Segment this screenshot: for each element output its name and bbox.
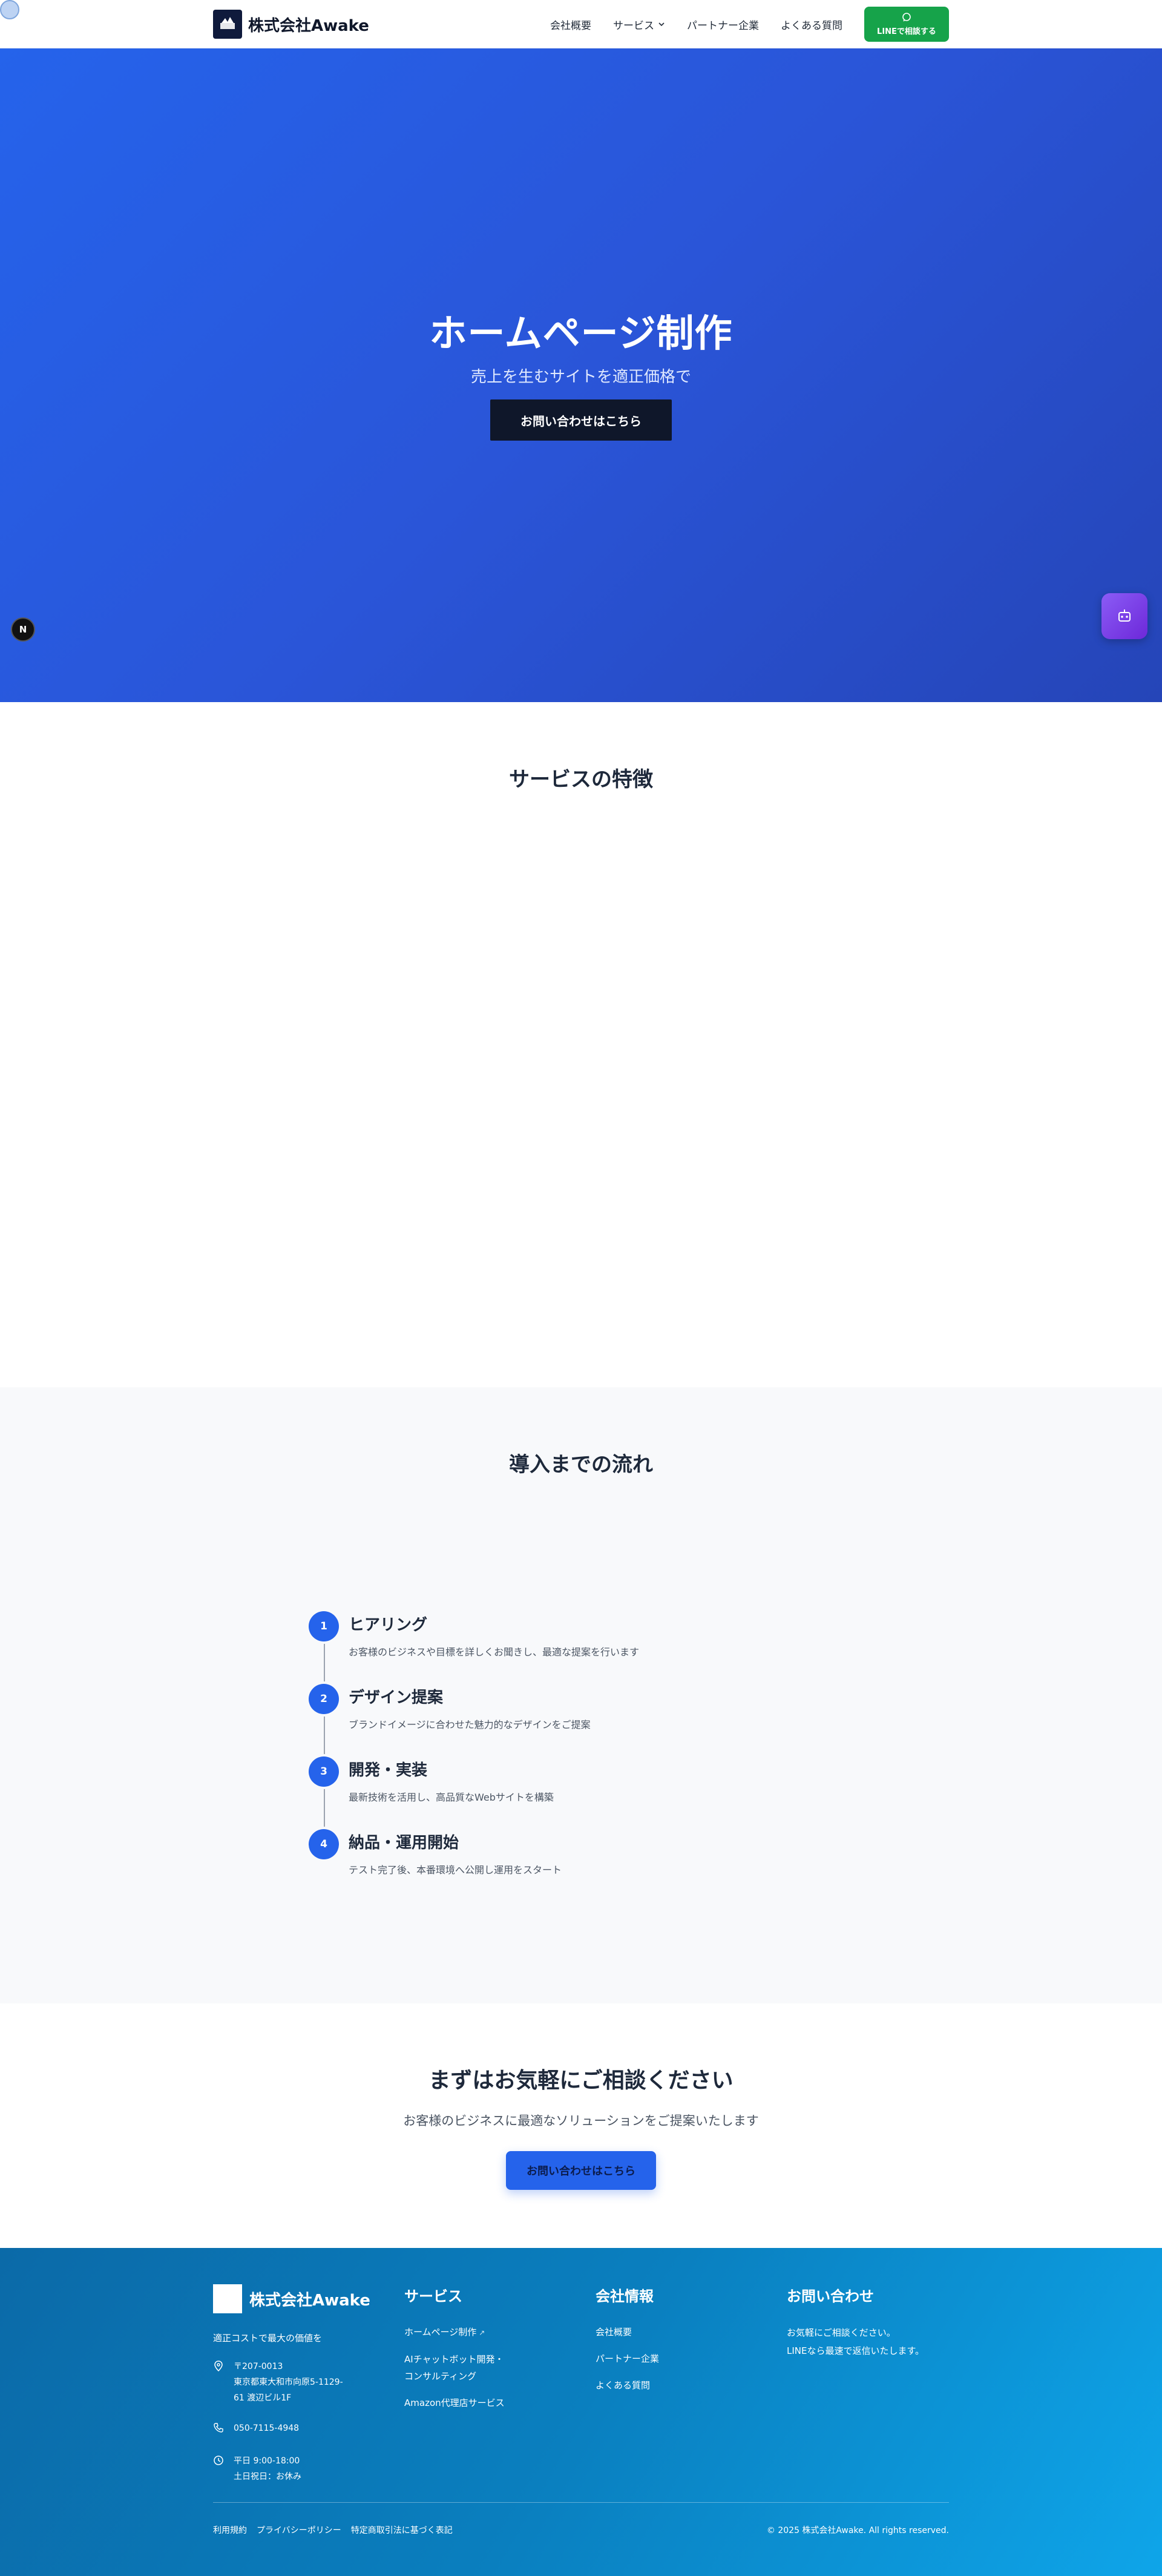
nav-partners[interactable]: パートナー企業 xyxy=(687,17,759,32)
footer-contact-title: お問い合わせ xyxy=(787,2288,874,2305)
footer-link-terms[interactable]: 利用規約 xyxy=(213,2524,247,2536)
step-description: お客様のビジネスや目標を詳しくお聞きし、最適な提案を行います xyxy=(349,1646,640,1658)
chat-bubble-icon xyxy=(902,13,911,22)
footer-link-ai-chatbot-cont[interactable]: コンサルティング xyxy=(404,2368,556,2385)
flow-title: 導入までの流れ xyxy=(509,1453,653,1477)
step-title: 納品・運用開始 xyxy=(349,1834,459,1852)
hero-section: ホームページ制作 売上を生むサイトを適正価格で お問い合わせはこちら N xyxy=(0,48,1162,702)
header-inner: 株式会社Awake 会社概要 サービス パートナー企業 よくある質問 LINEで… xyxy=(213,0,949,48)
footer-logo[interactable]: 株式会社Awake xyxy=(213,2284,382,2313)
phone-number[interactable]: 050-7115-4948 xyxy=(234,2420,299,2439)
footer-legal-links: 利用規約 プライバシーポリシー 特定商取引法に基づく表記 xyxy=(213,2524,453,2536)
hours-line: 土日祝日：お休み xyxy=(234,2472,301,2482)
flow-step: 3 開発・実装 最新技術を活用し、高品質なWebサイトを構築 xyxy=(309,1756,793,1817)
footer-logo-mark-icon xyxy=(213,2284,242,2313)
footer-services-col: サービス ホームページ制作 ↗ AIチャットボット開発・ コンサルティング Ama… xyxy=(404,2284,556,2421)
nav-services-label: サービス xyxy=(613,19,654,32)
site-header: 株式会社Awake 会社概要 サービス パートナー企業 よくある質問 LINEで… xyxy=(0,0,1162,48)
footer-services-title: サービス xyxy=(404,2288,462,2305)
address-line: 61 渡辺ビル1F xyxy=(234,2393,292,2403)
flow-step: 2 デザイン提案 ブランドイメージに合わせた魅力的なデザインをご提案 xyxy=(309,1684,793,1744)
footer-tagline: 適正コストで最大の価値を xyxy=(213,2333,323,2344)
nav-services[interactable]: サービス xyxy=(613,17,665,32)
footer-contact-line: お気軽にご相談ください。 xyxy=(787,2327,896,2338)
footer-link-label: ホームページ制作 xyxy=(404,2327,477,2338)
logo-link[interactable]: 株式会社Awake xyxy=(213,10,369,39)
flow-section: 導入までの流れ 1 ヒアリング お客様のビジネスや目標を詳しくお聞きし、最適な提… xyxy=(0,1387,1162,2003)
footer-copyright: © 2025 株式会社Awake. All rights reserved. xyxy=(766,2526,949,2535)
cursor-indicator xyxy=(0,0,19,19)
robot-icon xyxy=(1118,610,1131,622)
cta-subtitle: お客様のビジネスに最適なソリューションをご提案いたします xyxy=(403,2114,759,2128)
footer-link-label: Amazon代理店サービス xyxy=(404,2397,505,2408)
flow-step: 4 納品・運用開始 テスト完了後、本番環境へ公開し運用をスタート xyxy=(309,1829,793,1890)
footer-divider xyxy=(213,2502,949,2503)
step-number: 2 xyxy=(309,1684,339,1714)
flow-step: 1 ヒアリング お客様のビジネスや目標を詳しくお聞きし、最適な提案を行います xyxy=(309,1611,793,1672)
step-number: 1 xyxy=(309,1611,339,1641)
footer-company-info-col: 会社情報 会社概要 パートナー企業 よくある質問 xyxy=(596,2284,747,2404)
footer-link-company[interactable]: 会社概要 xyxy=(596,2324,747,2341)
address-line: 〒207-0013 xyxy=(234,2362,283,2371)
logo-mark-icon xyxy=(213,10,242,39)
cta-contact-button[interactable]: お問い合わせはこちら xyxy=(506,2151,656,2190)
step-number: 4 xyxy=(309,1829,339,1859)
footer-phone: 050-7115-4948 xyxy=(213,2420,382,2439)
hero-subtitle: 売上を生むサイトを適正価格で xyxy=(470,368,691,386)
clock-icon xyxy=(213,2453,225,2485)
hours-line: 平日 9:00-18:00 xyxy=(234,2456,300,2466)
logo-text: 株式会社Awake xyxy=(248,16,369,35)
footer-link-homepage[interactable]: ホームページ制作 ↗ xyxy=(404,2324,556,2341)
footer-link-label: AIチャットボット開発・ xyxy=(404,2354,504,2365)
footer-link-label: コンサルティング xyxy=(404,2371,477,2382)
cta-title: まずはお気軽にご相談ください xyxy=(428,2068,734,2093)
footer-link-ai-chatbot[interactable]: AIチャットボット開発・ xyxy=(404,2351,556,2368)
step-description: 最新技術を活用し、高品質なWebサイトを構築 xyxy=(349,1792,554,1803)
line-button-label: LINEで相談する xyxy=(877,27,936,36)
address-line: 東京都東大和市向原5-1129- xyxy=(234,2377,343,2387)
step-description: テスト完了後、本番環境へ公開し運用をスタート xyxy=(349,1864,562,1876)
step-title: 開発・実装 xyxy=(349,1761,428,1779)
footer-company-title: 会社情報 xyxy=(596,2288,654,2305)
step-title: ヒアリング xyxy=(349,1616,428,1634)
step-title: デザイン提案 xyxy=(349,1689,444,1707)
line-consult-button[interactable]: LINEで相談する xyxy=(864,7,949,42)
footer-contact-line: LINEなら最速で返信いたします。 xyxy=(787,2345,924,2356)
external-link-icon: ↗ xyxy=(479,2328,485,2337)
hero-contact-button[interactable]: お問い合わせはこちら xyxy=(490,399,672,441)
features-section: サービスの特徴 xyxy=(0,702,1162,1387)
footer-link-privacy[interactable]: プライバシーポリシー xyxy=(257,2524,341,2536)
step-number: 3 xyxy=(309,1756,339,1787)
cta-section: まずはお気軽にご相談ください お客様のビジネスに最適なソリューションをご提案いた… xyxy=(0,2003,1162,2248)
chatbot-button[interactable] xyxy=(1101,593,1147,639)
n-badge-icon[interactable]: N xyxy=(11,617,35,642)
footer-company-col: 株式会社Awake 適正コストで最大の価値を 〒207-0013 東京都東大和市… xyxy=(213,2284,382,2485)
step-description: ブランドイメージに合わせた魅力的なデザインをご提案 xyxy=(349,1719,591,1730)
footer-link-faq[interactable]: よくある質問 xyxy=(596,2377,747,2394)
footer-hours: 平日 9:00-18:00 土日祝日：お休み xyxy=(213,2453,382,2485)
footer-link-amazon[interactable]: Amazon代理店サービス xyxy=(404,2394,556,2411)
features-title: サービスの特徴 xyxy=(509,767,653,792)
footer-contact-col: お問い合わせ お気軽にご相談ください。 LINEなら最速で返信いたします。 xyxy=(787,2284,949,2360)
nav-company[interactable]: 会社概要 xyxy=(550,17,591,32)
nav-faq[interactable]: よくある質問 xyxy=(781,17,842,32)
main-nav: 会社概要 サービス パートナー企業 よくある質問 LINEで相談する xyxy=(550,7,949,42)
phone-icon xyxy=(213,2420,225,2439)
footer-logo-text: 株式会社Awake xyxy=(249,2291,370,2310)
footer-link-commerce[interactable]: 特定商取引法に基づく表記 xyxy=(351,2524,453,2536)
footer-link-partners[interactable]: パートナー企業 xyxy=(596,2350,747,2367)
footer-address: 〒207-0013 東京都東大和市向原5-1129- 61 渡辺ビル1F xyxy=(213,2359,382,2406)
hero-title: ホームページ制作 xyxy=(429,311,733,355)
chevron-down-icon xyxy=(658,22,665,27)
map-pin-icon xyxy=(213,2359,225,2406)
site-footer: 株式会社Awake 適正コストで最大の価値を 〒207-0013 東京都東大和市… xyxy=(0,2248,1162,2576)
